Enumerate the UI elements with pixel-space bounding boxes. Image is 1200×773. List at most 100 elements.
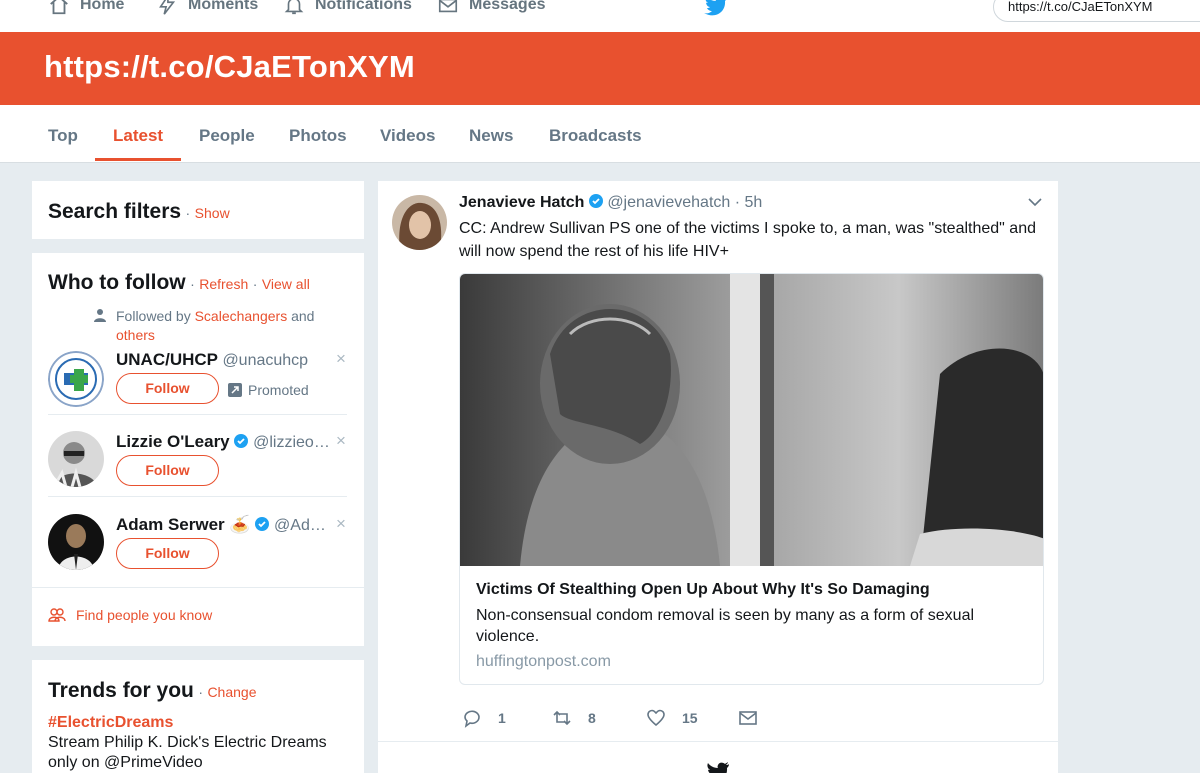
envelope-icon (739, 711, 757, 725)
unac-logo-icon (48, 351, 104, 407)
person-icon (94, 309, 106, 322)
divider (48, 496, 347, 497)
like-count: 15 (682, 710, 698, 726)
account-emoji: 🍝 (229, 515, 251, 534)
refresh-link[interactable]: Refresh (199, 276, 248, 292)
promoted-text: Promoted (248, 382, 309, 398)
chevron-down-icon[interactable] (1028, 197, 1042, 207)
direct-message-button[interactable] (738, 708, 758, 728)
tab-photos[interactable]: Photos (289, 126, 347, 146)
follow-button[interactable]: Follow (116, 455, 219, 486)
tweet-card[interactable]: Jenavieve Hatch @jenavievehatch · 5h CC:… (378, 181, 1058, 741)
nav-notifications-label: Notifications (315, 0, 412, 13)
find-people-link[interactable]: Find people you know (48, 607, 212, 623)
verified-badge-icon (588, 194, 603, 208)
retweet-button[interactable]: 8 (552, 708, 596, 728)
account-name: Lizzie O'Leary (116, 432, 230, 451)
who-to-follow-title: Who to follow (48, 271, 186, 294)
article-description: Non-consensual condom removal is seen by… (476, 607, 975, 645)
tweet-timestamp[interactable]: 5h (745, 194, 763, 211)
dismiss-icon[interactable]: × (336, 431, 346, 451)
account-name-row[interactable]: UNAC/UHCP @unacuhcp (116, 350, 308, 370)
dismiss-icon[interactable]: × (336, 349, 346, 369)
verified-badge-icon (255, 517, 270, 531)
search-query-title: https://t.co/CJaETonXYM (44, 49, 415, 84)
nav-notifications[interactable]: Notifications (283, 0, 412, 16)
account-name: UNAC/UHCP (116, 350, 218, 369)
account-handle: @Ad… (274, 517, 326, 534)
reply-button[interactable]: 1 (462, 708, 506, 728)
avatar[interactable] (392, 195, 447, 250)
who-to-follow-module: Who to follow · Refresh · View all Follo… (32, 253, 364, 646)
nav-messages[interactable]: Messages (437, 0, 546, 16)
nav-home[interactable]: Home (48, 0, 124, 16)
account-handle: @lizzieo… (253, 434, 330, 451)
search-filters-title: Search filters (48, 200, 182, 223)
trend-item-tag[interactable]: #ElectricDreams (48, 714, 173, 732)
tweet-text: CC: Andrew Sullivan PS one of the victim… (459, 220, 1036, 260)
search-header-banner: https://t.co/CJaETonXYM (0, 32, 1200, 105)
followed-by-link[interactable]: Scalechangers (195, 308, 288, 324)
tweet-author-name[interactable]: Jenavieve Hatch (459, 194, 584, 211)
separator: · (190, 276, 195, 292)
verified-badge-icon (234, 434, 249, 448)
like-button[interactable]: 15 (646, 708, 698, 728)
promoted-icon (228, 383, 242, 397)
change-trends-link[interactable]: Change (207, 684, 256, 700)
divider (48, 414, 347, 415)
reply-count: 1 (498, 710, 506, 726)
followed-by-prefix: Followed by (116, 308, 191, 324)
nav-home-label: Home (80, 0, 125, 13)
followed-by-and: and (291, 308, 315, 324)
tab-top[interactable]: Top (48, 126, 78, 146)
profile-photo-icon (392, 195, 447, 250)
avatar[interactable] (48, 431, 104, 487)
reply-icon (464, 710, 480, 728)
top-navigation-bar: Home Moments Notifications Messages http… (0, 0, 1200, 32)
avatar[interactable] (48, 351, 104, 407)
home-icon (50, 0, 68, 15)
tweet-actions: 1 8 15 (462, 708, 862, 730)
tab-people[interactable]: People (199, 126, 255, 146)
search-input[interactable]: https://t.co/CJaETonXYM (993, 0, 1200, 22)
follow-suggestion: Lizzie O'Leary @lizzieo… × Follow (32, 427, 364, 509)
nav-moments[interactable]: Moments (156, 0, 258, 16)
dismiss-icon[interactable]: × (336, 514, 346, 534)
tab-broadcasts[interactable]: Broadcasts (549, 126, 642, 146)
profile-photo-icon (48, 514, 104, 570)
retweet-icon (553, 710, 571, 726)
nav-moments-label: Moments (188, 0, 259, 13)
promoted-label: Promoted (228, 382, 309, 398)
tab-videos[interactable]: Videos (380, 126, 435, 146)
divider (32, 587, 364, 588)
link-preview-card[interactable]: Victims Of Stealthing Open Up About Why … (459, 273, 1044, 685)
search-filters-module: Search filters · Show (32, 181, 364, 239)
view-all-link[interactable]: View all (262, 276, 310, 292)
bell-icon (284, 0, 304, 15)
profile-photo-icon (48, 431, 104, 487)
followed-by-others-link[interactable]: others (116, 327, 155, 343)
active-tab-indicator (95, 158, 181, 161)
avatar[interactable] (48, 514, 104, 570)
trends-title: Trends for you (48, 679, 194, 702)
follow-suggestion: UNAC/UHCP @unacuhcp × Follow Promoted (32, 345, 364, 427)
followed-by-context: Followed by Scalechangers and others (116, 307, 356, 345)
show-filters-link[interactable]: Show (195, 205, 230, 221)
tab-latest[interactable]: Latest (113, 126, 163, 146)
trend-item-description: Stream Philip K. Dick's Electric Dreams … (48, 734, 327, 771)
tab-news[interactable]: News (469, 126, 513, 146)
account-name-row[interactable]: Lizzie O'Leary @lizzieo… (116, 432, 330, 452)
article-domain: huffingtonpost.com (476, 653, 611, 670)
lightning-icon (159, 0, 176, 15)
separator: · (185, 205, 191, 221)
article-image (460, 274, 1043, 566)
account-name-row[interactable]: Adam Serwer 🍝 @Ad… (116, 515, 326, 535)
timeline-footer (378, 741, 1058, 773)
follow-button[interactable]: Follow (116, 373, 219, 404)
follow-button[interactable]: Follow (116, 538, 219, 569)
heart-icon (647, 709, 665, 727)
nav-messages-label: Messages (469, 0, 546, 13)
twitter-bird-icon[interactable] (704, 0, 728, 16)
tweet-author-handle[interactable]: @jenavievehatch (607, 194, 730, 211)
tweet-header: Jenavieve Hatch @jenavievehatch · 5h (459, 194, 762, 212)
